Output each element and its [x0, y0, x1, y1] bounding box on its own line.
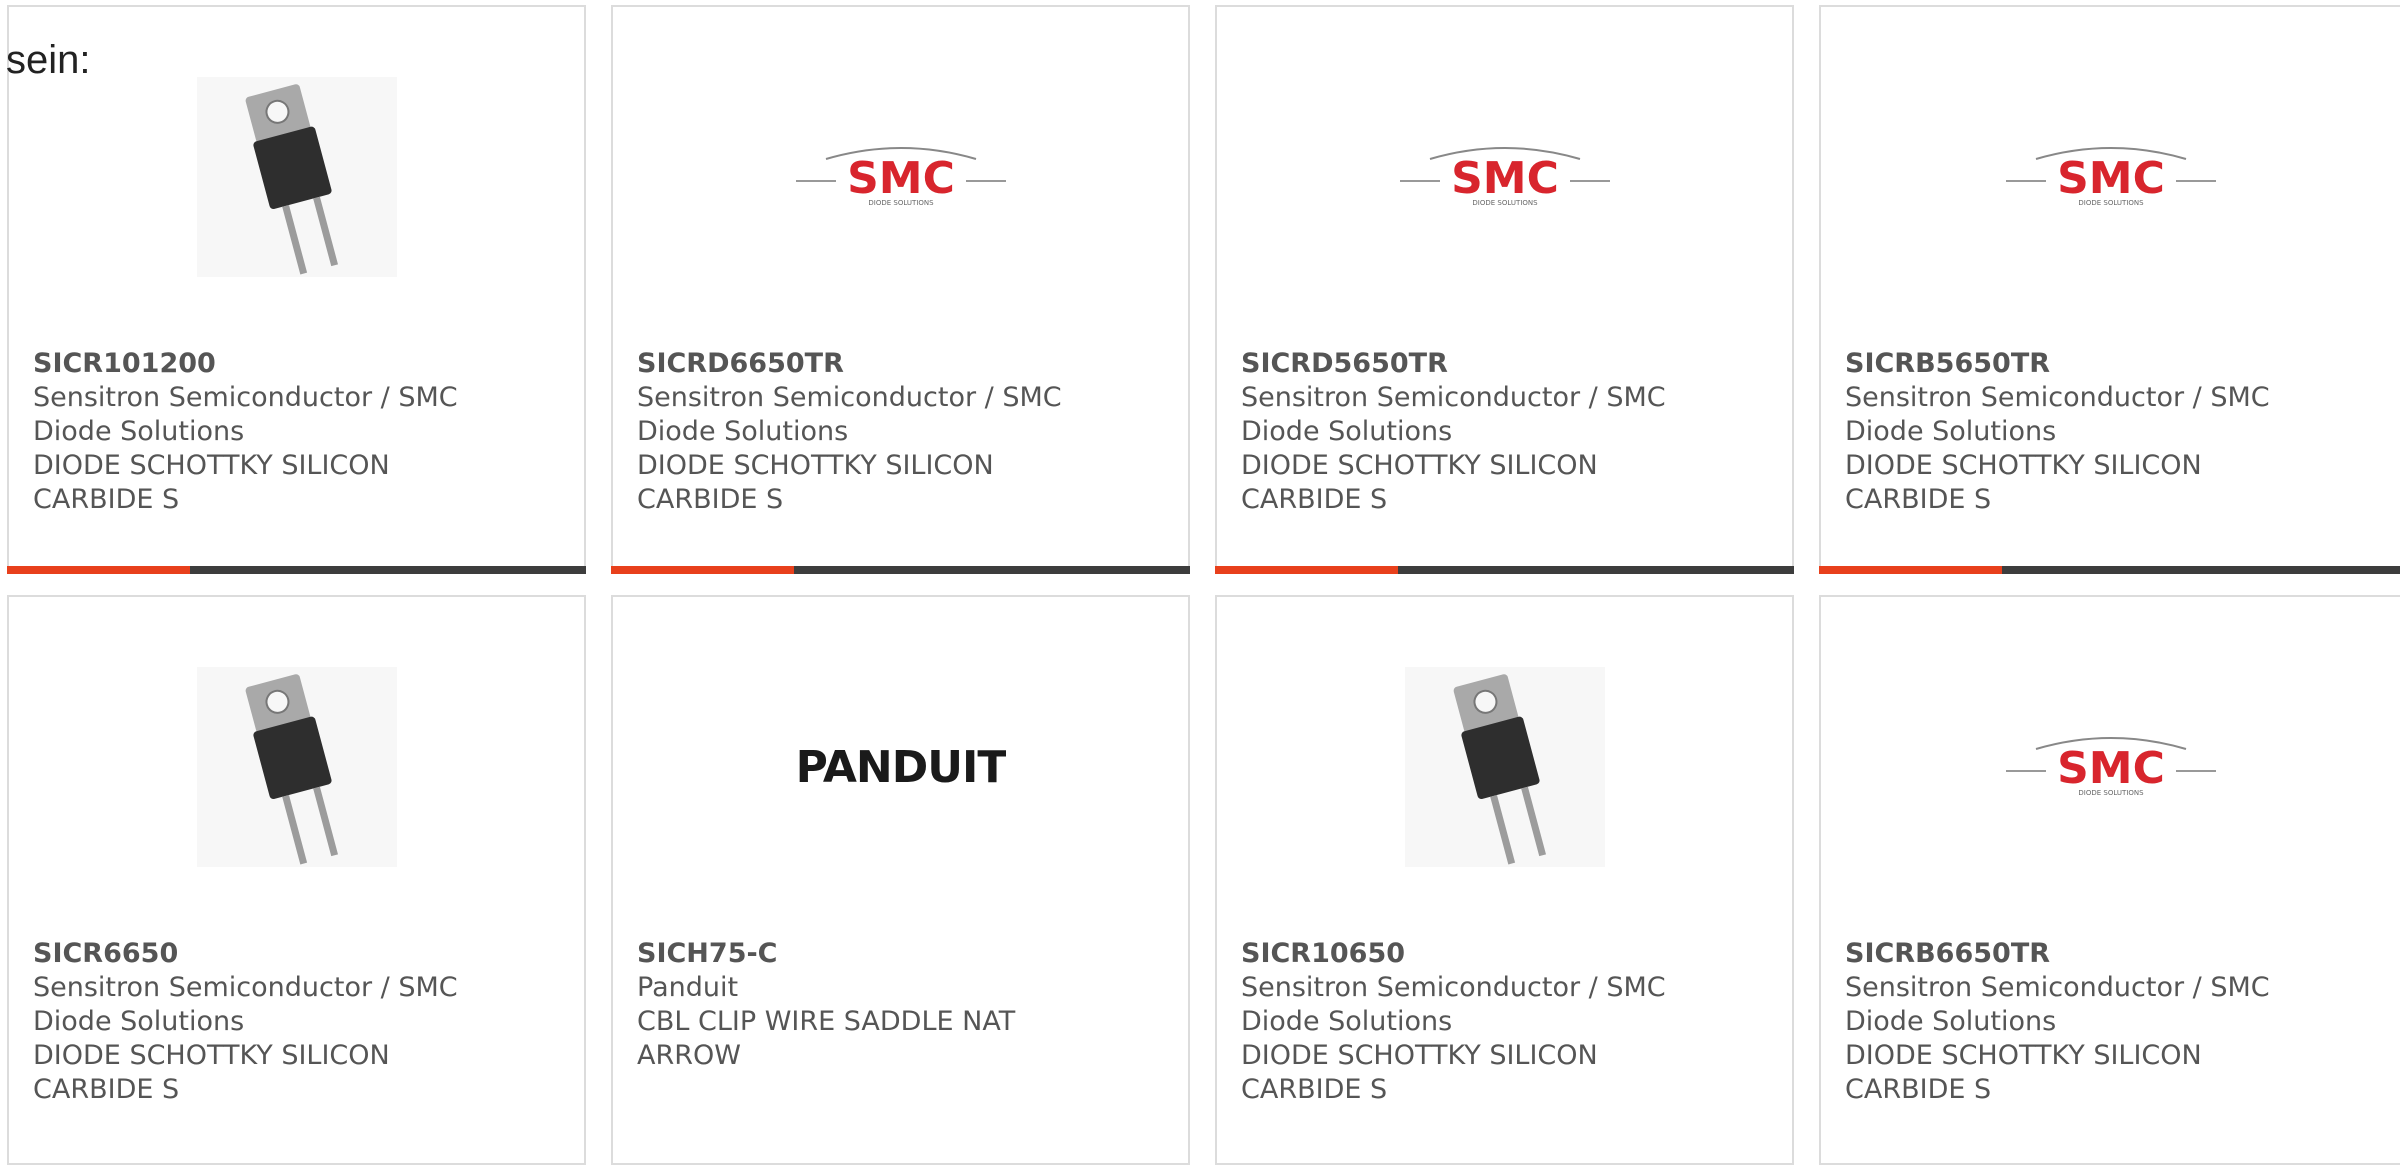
product-card[interactable]: SMC DIODE SOLUTIONS SICRB6650TR Sensitro…: [1819, 595, 2400, 1165]
manufacturer-cont: Diode Solutions: [637, 416, 849, 447]
smc-logo: SMC DIODE SOLUTIONS: [1399, 147, 1610, 207]
description: CBL CLIP WIRE SADDLE NAT: [637, 1006, 1016, 1037]
product-image: PANDUIT: [613, 652, 1188, 882]
part-number[interactable]: SICRD6650TR: [637, 347, 1167, 381]
description: DIODE SCHOTTKY SILICON: [33, 1040, 390, 1071]
product-card[interactable]: SICR6650 Sensitron Semiconductor / SMC D…: [7, 595, 586, 1165]
description: DIODE SCHOTTKY SILICON: [1241, 1040, 1598, 1071]
product-info: SICR101200 Sensitron Semiconductor / SMC…: [33, 347, 563, 517]
card-underline: [611, 566, 1190, 574]
intro-text: sein:: [6, 38, 91, 82]
product-info: SICRB6650TR Sensitron Semiconductor / SM…: [1845, 937, 2375, 1107]
product-image: [9, 62, 584, 292]
description: DIODE SCHOTTKY SILICON: [33, 450, 390, 481]
description-cont: CARBIDE S: [637, 484, 784, 515]
description-cont: CARBIDE S: [1845, 1074, 1992, 1105]
to220-diode-image: [196, 667, 397, 867]
manufacturer: Sensitron Semiconductor / SMC: [1845, 382, 2270, 413]
part-number[interactable]: SICRB5650TR: [1845, 347, 2375, 381]
manufacturer-cont: Diode Solutions: [1845, 416, 2057, 447]
part-number[interactable]: SICRD5650TR: [1241, 347, 1771, 381]
description-cont: CARBIDE S: [33, 484, 180, 515]
product-info: SICRD6650TR Sensitron Semiconductor / SM…: [637, 347, 1167, 517]
card-underline: [1819, 566, 2400, 574]
product-card[interactable]: SMC DIODE SOLUTIONS SICRD6650TR Sensitro…: [611, 5, 1190, 574]
manufacturer-cont: Diode Solutions: [33, 416, 245, 447]
product-info: SICR10650 Sensitron Semiconductor / SMC …: [1241, 937, 1771, 1107]
smc-logo: SMC DIODE SOLUTIONS: [2005, 737, 2216, 797]
svg-text:DIODE SOLUTIONS: DIODE SOLUTIONS: [2078, 199, 2144, 207]
panduit-logo: PANDUIT: [796, 742, 1006, 793]
description-cont: CARBIDE S: [1241, 1074, 1388, 1105]
product-card[interactable]: SMC DIODE SOLUTIONS SICRD5650TR Sensitro…: [1215, 5, 1794, 574]
description: DIODE SCHOTTKY SILICON: [1845, 450, 2202, 481]
product-card[interactable]: SMC DIODE SOLUTIONS SICRB5650TR Sensitro…: [1819, 5, 2400, 574]
product-info: SICRD5650TR Sensitron Semiconductor / SM…: [1241, 347, 1771, 517]
manufacturer-cont: Diode Solutions: [1241, 416, 1453, 447]
svg-text:PANDUIT: PANDUIT: [796, 742, 1006, 793]
part-number[interactable]: SICR6650: [33, 937, 563, 971]
manufacturer: Sensitron Semiconductor / SMC: [637, 382, 1062, 413]
card-underline: [7, 566, 586, 574]
manufacturer: Panduit: [637, 972, 739, 1003]
description: DIODE SCHOTTKY SILICON: [637, 450, 994, 481]
to220-diode-image: [196, 77, 397, 277]
smc-logo: SMC DIODE SOLUTIONS: [795, 147, 1006, 207]
smc-logo: SMC DIODE SOLUTIONS: [2005, 147, 2216, 207]
part-number[interactable]: SICH75-C: [637, 937, 1167, 971]
svg-text:DIODE SOLUTIONS: DIODE SOLUTIONS: [2078, 789, 2144, 797]
manufacturer-cont: Diode Solutions: [1845, 1006, 2057, 1037]
manufacturer: Sensitron Semiconductor / SMC: [33, 972, 458, 1003]
description: DIODE SCHOTTKY SILICON: [1241, 450, 1598, 481]
description-cont: CARBIDE S: [1241, 484, 1388, 515]
product-image: SMC DIODE SOLUTIONS: [613, 62, 1188, 292]
svg-text:SMC: SMC: [2057, 153, 2165, 204]
description-cont: CARBIDE S: [33, 1074, 180, 1105]
description-cont: ARROW: [637, 1040, 741, 1071]
card-underline: [1215, 566, 1794, 574]
to220-diode-image: [1404, 667, 1605, 867]
part-number[interactable]: SICRB6650TR: [1845, 937, 2375, 971]
manufacturer: Sensitron Semiconductor / SMC: [33, 382, 458, 413]
product-card[interactable]: SICR10650 Sensitron Semiconductor / SMC …: [1215, 595, 1794, 1165]
product-image: SMC DIODE SOLUTIONS: [1821, 62, 2400, 292]
description: DIODE SCHOTTKY SILICON: [1845, 1040, 2202, 1071]
product-card[interactable]: SICR101200 Sensitron Semiconductor / SMC…: [7, 5, 586, 574]
product-info: SICR6650 Sensitron Semiconductor / SMC D…: [33, 937, 563, 1107]
product-info: SICH75-C Panduit CBL CLIP WIRE SADDLE NA…: [637, 937, 1167, 1073]
manufacturer-cont: Diode Solutions: [1241, 1006, 1453, 1037]
description-cont: CARBIDE S: [1845, 484, 1992, 515]
svg-text:DIODE SOLUTIONS: DIODE SOLUTIONS: [868, 199, 934, 207]
product-image: [9, 652, 584, 882]
part-number[interactable]: SICR10650: [1241, 937, 1771, 971]
svg-text:SMC: SMC: [2057, 743, 2165, 794]
manufacturer: Sensitron Semiconductor / SMC: [1845, 972, 2270, 1003]
svg-text:SMC: SMC: [1451, 153, 1559, 204]
product-image: [1217, 652, 1792, 882]
product-grid: SICR101200 Sensitron Semiconductor / SMC…: [0, 0, 2400, 1165]
manufacturer: Sensitron Semiconductor / SMC: [1241, 972, 1666, 1003]
part-number[interactable]: SICR101200: [33, 347, 563, 381]
product-image: SMC DIODE SOLUTIONS: [1821, 652, 2400, 882]
manufacturer: Sensitron Semiconductor / SMC: [1241, 382, 1666, 413]
product-info: SICRB5650TR Sensitron Semiconductor / SM…: [1845, 347, 2375, 517]
svg-text:DIODE SOLUTIONS: DIODE SOLUTIONS: [1472, 199, 1538, 207]
product-card[interactable]: PANDUIT SICH75-C Panduit CBL CLIP WIRE S…: [611, 595, 1190, 1165]
manufacturer-cont: Diode Solutions: [33, 1006, 245, 1037]
svg-text:SMC: SMC: [847, 153, 955, 204]
product-image: SMC DIODE SOLUTIONS: [1217, 62, 1792, 292]
